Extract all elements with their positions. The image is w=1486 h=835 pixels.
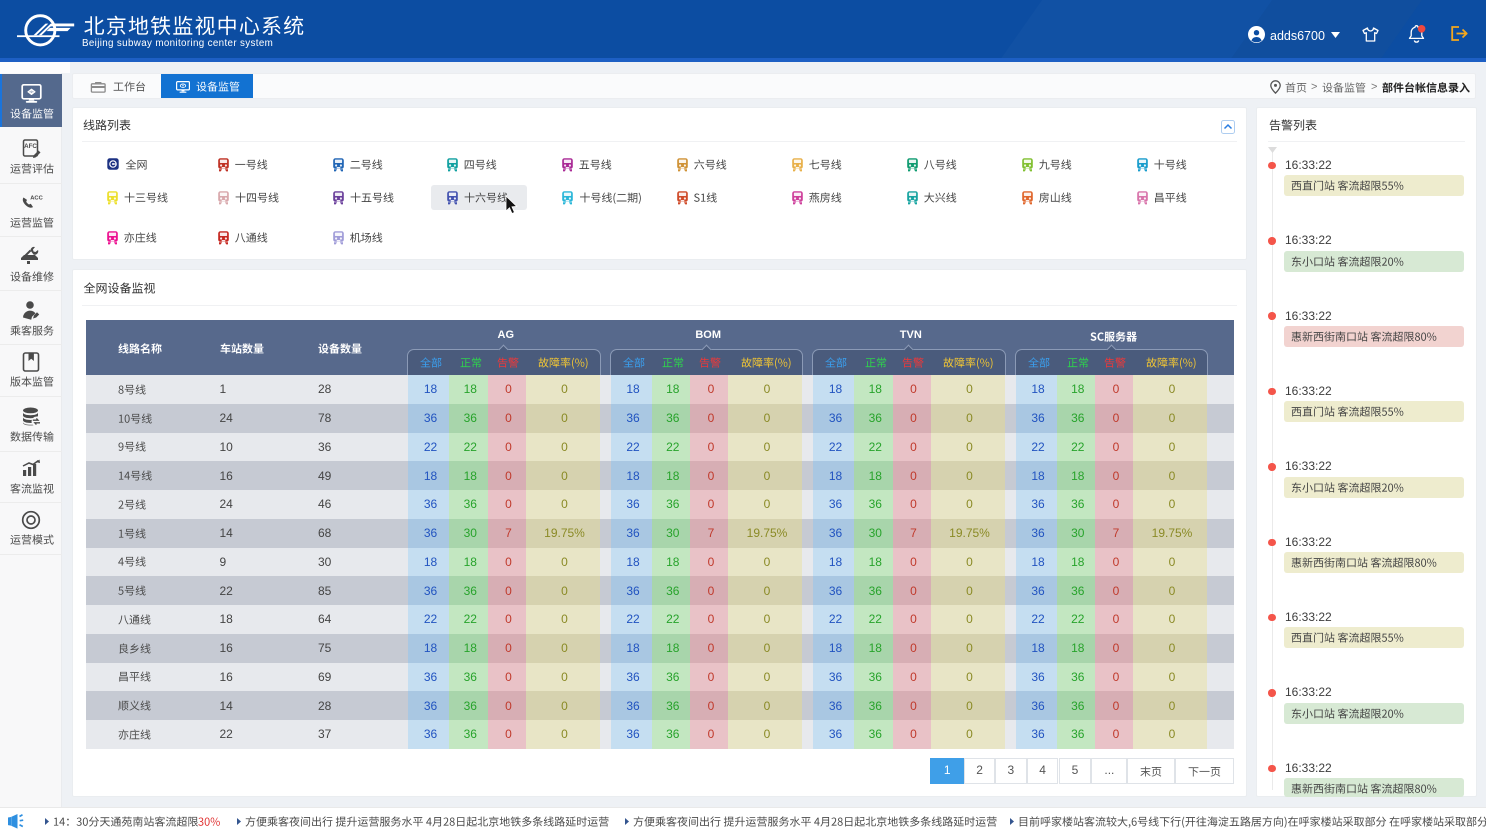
svg-text:AFC: AFC <box>24 143 37 150</box>
svg-text:ACC: ACC <box>30 196 43 202</box>
